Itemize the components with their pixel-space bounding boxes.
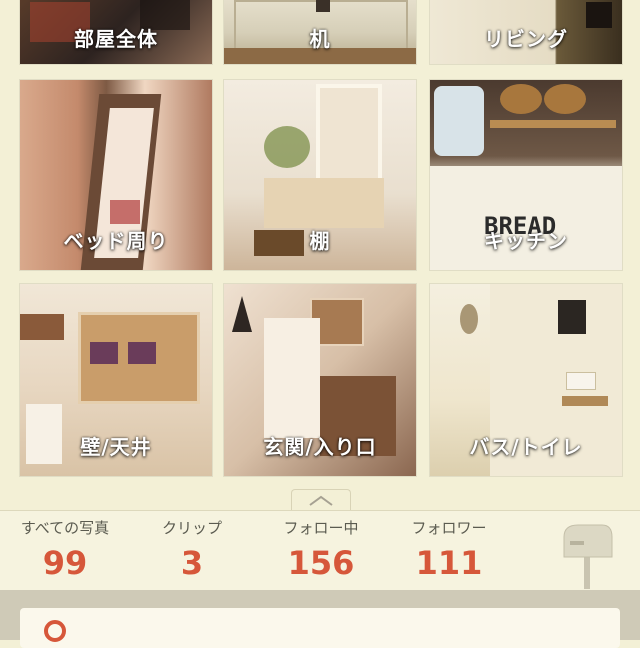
- category-tile-entrance[interactable]: 玄関/入り口: [224, 284, 416, 476]
- stat-label: クリップ: [161, 519, 222, 537]
- collapse-handle[interactable]: [291, 489, 351, 512]
- category-label: リビング: [484, 27, 568, 51]
- stat-following[interactable]: フォロー中 156: [256, 511, 386, 582]
- category-label: バス/トイレ: [469, 435, 583, 459]
- category-label: 壁/天井: [80, 435, 152, 459]
- profile-stats-bar: すべての写真 99 クリップ 3 フォロー中 156 フォロワー 111: [0, 510, 640, 591]
- stat-value: 3: [180, 544, 204, 582]
- category-tile-kitchen[interactable]: BREAD キッチン: [430, 80, 622, 270]
- category-label: 棚: [309, 229, 331, 253]
- stat-label: フォロワー: [411, 519, 487, 537]
- category-tile-bath-toilet[interactable]: バス/トイレ: [430, 284, 622, 476]
- chevron-up-icon: [308, 492, 334, 511]
- category-tile-room[interactable]: 部屋全体: [20, 0, 212, 64]
- stat-all-photos[interactable]: すべての写真 99: [0, 511, 130, 582]
- mailbox-icon[interactable]: [560, 519, 616, 589]
- category-tile-living[interactable]: リビング: [430, 0, 622, 64]
- category-tile-desk[interactable]: 机: [224, 0, 416, 64]
- stat-label: すべての写真: [20, 519, 110, 537]
- stat-value: 156: [287, 544, 355, 582]
- category-tile-wall-ceiling[interactable]: 壁/天井: [20, 284, 212, 476]
- circle-icon: [44, 620, 66, 642]
- category-tile-shelf[interactable]: 棚: [224, 80, 416, 270]
- stat-value: 111: [415, 544, 483, 582]
- category-label: 部屋全体: [74, 27, 158, 51]
- bottom-panel: [0, 590, 640, 648]
- stat-value: 99: [42, 544, 88, 582]
- category-label: ベッド周り: [63, 229, 169, 253]
- stat-clips[interactable]: クリップ 3: [127, 511, 257, 582]
- category-label: 机: [309, 27, 331, 51]
- stat-followers[interactable]: フォロワー 111: [384, 511, 514, 582]
- category-grid: 部屋全体 机 リビング ベッド周り 棚 BREAD キッチン 壁/天井 玄関/入…: [0, 0, 640, 490]
- category-label: キッチン: [484, 229, 568, 253]
- stat-label: フォロー中: [283, 519, 359, 537]
- category-tile-bedside[interactable]: ベッド周り: [20, 80, 212, 270]
- bottom-card[interactable]: [20, 608, 620, 648]
- category-label: 玄関/入り口: [263, 435, 377, 459]
